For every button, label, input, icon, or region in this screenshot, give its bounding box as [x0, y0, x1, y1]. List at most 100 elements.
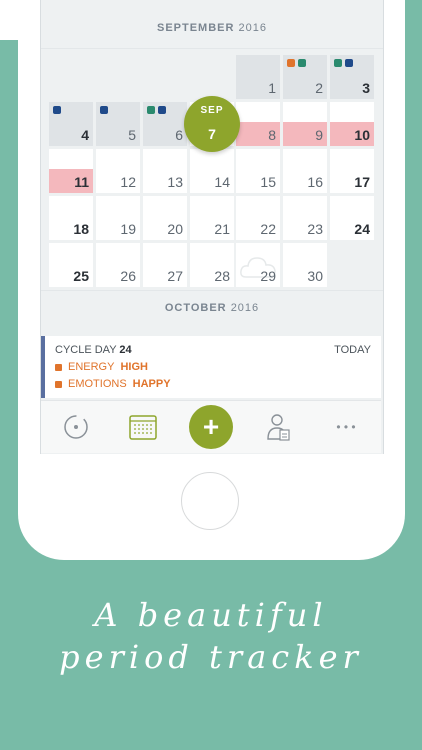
day-number: 10	[354, 127, 370, 143]
day-number: 16	[307, 174, 323, 190]
month-label-october: OCTOBER 2016	[41, 302, 383, 314]
navy-dot-icon	[345, 59, 353, 67]
day-cell-14[interactable]: 14	[190, 149, 234, 193]
cycle-day-label: CYCLE DAY	[55, 344, 117, 356]
day-cell-5[interactable]: 5	[96, 102, 140, 146]
day-number: 3	[362, 80, 370, 96]
day-number: 11	[74, 174, 89, 190]
day-number: 25	[73, 268, 89, 284]
day-cell-3[interactable]: 3	[330, 55, 374, 99]
day-cell-23[interactable]: 23	[283, 196, 327, 240]
day-number: 28	[214, 268, 230, 284]
day-cell-20[interactable]: 20	[143, 196, 187, 240]
day-number: 14	[214, 174, 230, 190]
day-cell-29[interactable]: 29	[236, 243, 280, 287]
day-number: 15	[260, 174, 276, 190]
day-number: 12	[120, 174, 136, 190]
day-number: 26	[120, 268, 136, 284]
day-number: 19	[120, 221, 136, 237]
day-number: 29	[260, 268, 276, 284]
day-cell-25[interactable]: 25	[49, 243, 93, 287]
day-cell-18[interactable]: 18	[49, 196, 93, 240]
orange-dot-icon	[287, 59, 295, 67]
tagline-line-2: period tracker	[59, 638, 363, 676]
tab-bar: + • • •	[41, 400, 381, 453]
tab-calendar[interactable]	[123, 401, 163, 453]
more-icon: • • •	[336, 420, 356, 434]
phone-edge	[0, 0, 18, 40]
energy-label: ENERGY	[68, 361, 115, 373]
calendar-icon	[129, 415, 157, 440]
day-cell-24[interactable]: 24	[330, 196, 374, 240]
add-entry-button[interactable]: +	[188, 401, 234, 453]
day-number: 8	[268, 127, 276, 143]
day-number: 6	[175, 127, 183, 143]
day-cell-21[interactable]: 21	[190, 196, 234, 240]
cycle-info-card[interactable]: CYCLE DAY 24 TODAY ENERGY HIGH EMOTIONS …	[41, 336, 381, 398]
month-name: SEPTEMBER	[156, 22, 235, 34]
day-cell-17[interactable]: 17	[330, 149, 374, 193]
day-number: 24	[354, 221, 370, 237]
day-cell-27[interactable]: 27	[143, 243, 187, 287]
cycle-icon	[64, 415, 88, 439]
cycle-day: CYCLE DAY 24	[55, 344, 132, 356]
navy-dot-icon	[53, 106, 61, 114]
today-day: 7	[208, 126, 216, 142]
navy-dot-icon	[100, 106, 108, 114]
emotions-square-icon	[55, 380, 62, 388]
month-label-september: SEPTEMBER 2016	[41, 22, 383, 34]
day-number: 5	[128, 127, 136, 143]
tagline-line-1: A beautiful	[94, 596, 328, 634]
day-cell-1[interactable]: 1	[236, 55, 280, 99]
month-year: 2016	[230, 302, 260, 314]
tab-profile[interactable]	[259, 401, 299, 453]
day-cell-30[interactable]: 30	[283, 243, 327, 287]
emotions-label: EMOTIONS	[68, 378, 127, 390]
teal-dot-icon	[334, 59, 342, 67]
home-button[interactable]	[181, 472, 239, 530]
day-number: 13	[167, 174, 183, 190]
energy-value: HIGH	[120, 361, 148, 373]
month-name: OCTOBER	[164, 302, 227, 314]
day-cell-28[interactable]: 28	[190, 243, 234, 287]
plus-icon: +	[189, 405, 233, 449]
day-cell-15[interactable]: 15	[236, 149, 280, 193]
emotions-row: EMOTIONS HAPPY	[55, 378, 171, 390]
month-year: 2016	[238, 22, 267, 34]
day-number: 20	[167, 221, 183, 237]
more-button[interactable]: • • •	[325, 401, 367, 453]
day-cell-13[interactable]: 13	[143, 149, 187, 193]
day-number: 2	[315, 80, 323, 96]
day-number: 4	[81, 127, 89, 143]
day-cell-10[interactable]: 10	[330, 102, 374, 146]
day-cell-6[interactable]: 6	[143, 102, 187, 146]
day-cell-8[interactable]: 8	[236, 102, 280, 146]
day-number: 23	[307, 221, 323, 237]
day-number: 18	[73, 221, 89, 237]
emotions-value: HAPPY	[132, 378, 171, 390]
day-cell-11[interactable]: 11	[49, 149, 93, 193]
day-cell-12[interactable]: 12	[96, 149, 140, 193]
today-month: SEP	[200, 105, 224, 116]
day-number: 22	[260, 221, 276, 237]
day-cell-16[interactable]: 16	[283, 149, 327, 193]
today-label: TODAY	[334, 344, 371, 356]
day-number: 27	[167, 268, 183, 284]
cycle-day-value: 24	[119, 344, 132, 356]
day-cell-4[interactable]: 4	[49, 102, 93, 146]
tab-cycle[interactable]	[56, 401, 96, 453]
energy-row: ENERGY HIGH	[55, 361, 148, 373]
day-cell-9[interactable]: 9	[283, 102, 327, 146]
day-number: 9	[315, 127, 323, 143]
doctor-icon	[267, 414, 290, 441]
teal-dot-icon	[298, 59, 306, 67]
divider	[41, 290, 383, 291]
day-cell-26[interactable]: 26	[96, 243, 140, 287]
energy-square-icon	[55, 363, 62, 371]
day-cell-22[interactable]: 22	[236, 196, 280, 240]
today-bubble[interactable]: SEP 7	[184, 96, 240, 152]
day-number: 17	[354, 174, 370, 190]
day-cell-19[interactable]: 19	[96, 196, 140, 240]
teal-dot-icon	[147, 106, 155, 114]
day-cell-2[interactable]: 2	[283, 55, 327, 99]
